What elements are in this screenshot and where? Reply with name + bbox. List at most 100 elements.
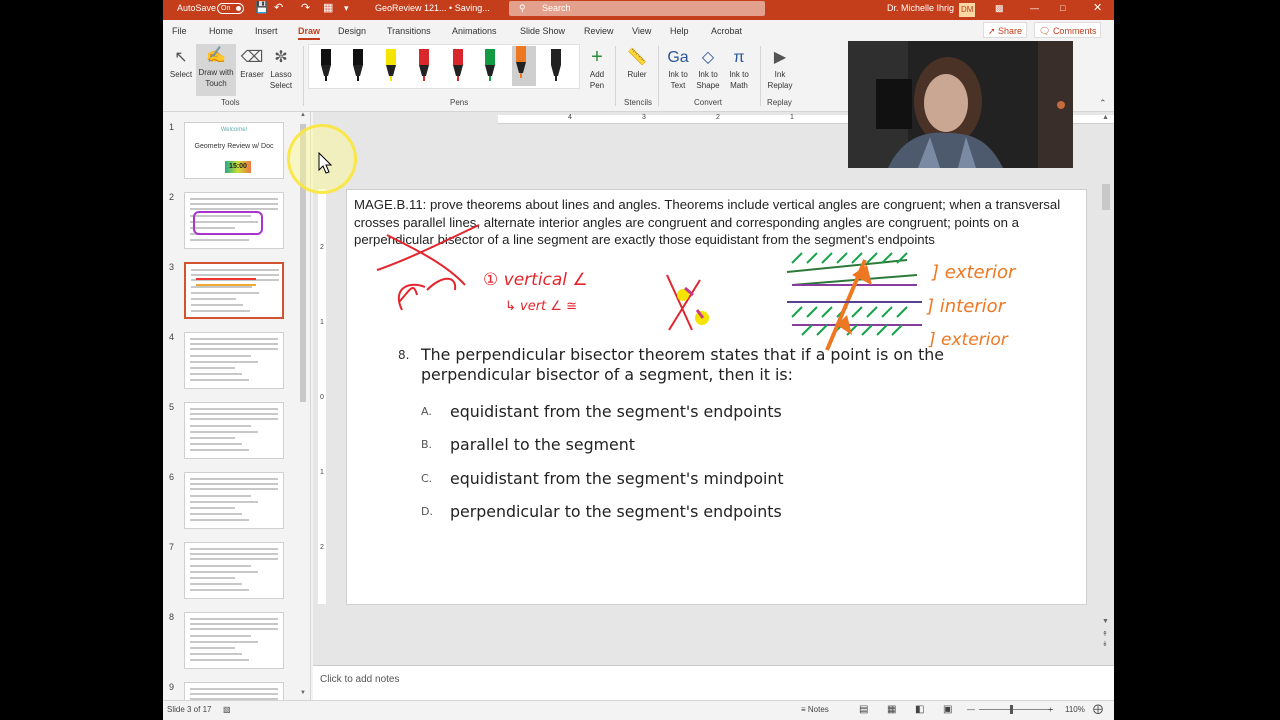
pen-1[interactable] [317, 49, 335, 83]
slide-scrollbar[interactable]: ▲ ▼ ↟ ↡ [1100, 114, 1112, 648]
pen-7[interactable] [512, 46, 536, 86]
share-button[interactable]: ➚ Share [983, 22, 1028, 38]
scroll-up-icon[interactable]: ▲ [300, 112, 306, 118]
slide-thumbnail[interactable] [184, 402, 284, 459]
tab-home[interactable]: Home [209, 20, 233, 42]
slide-number: 3 [169, 262, 175, 272]
slide-sorter-icon[interactable]: ▦ [887, 701, 896, 718]
tab-transitions[interactable]: Transitions [387, 20, 431, 42]
accessibility-icon[interactable]: ▧ [223, 701, 231, 718]
ruler-button[interactable]: 📏 Ruler [622, 46, 652, 80]
thumb-text-line [190, 565, 251, 567]
tab-file[interactable]: File [172, 20, 187, 42]
tab-slide-show[interactable]: Slide Show [520, 20, 565, 42]
pen-2[interactable] [349, 49, 367, 83]
fit-slide-icon[interactable]: ⨁ [1093, 701, 1103, 718]
tab-review[interactable]: Review [584, 20, 614, 42]
slide-thumbnail[interactable] [184, 612, 284, 669]
thumb-text-line [190, 478, 278, 480]
avatar[interactable]: DM [959, 3, 976, 17]
thumb-text-line [190, 659, 249, 661]
slide-thumbnail[interactable] [184, 192, 284, 249]
slide-thumbnail[interactable] [184, 332, 284, 389]
option-letter: C. [421, 472, 433, 485]
ribbon-display-icon[interactable]: ▩ [995, 0, 1004, 20]
reading-view-icon[interactable]: ◧ [915, 701, 924, 718]
customize-qat-icon[interactable]: ▾ [344, 0, 349, 20]
search-box[interactable]: ⚲ Search [509, 1, 765, 16]
tab-acrobat[interactable]: Acrobat [711, 20, 742, 42]
thumb-ink [196, 278, 256, 286]
scroll-down-icon[interactable]: ▼ [1102, 618, 1109, 625]
thumb-text-line [190, 507, 235, 509]
tab-view[interactable]: View [632, 20, 651, 42]
ink-to-text-button[interactable]: Ga Ink to Text [663, 46, 693, 91]
zoom-level[interactable]: 110% [1065, 701, 1085, 718]
slideshow-view-icon[interactable]: ▣ [943, 701, 952, 718]
parallel-lines-transversal-sketch [786, 252, 922, 351]
previous-slide-icon[interactable]: ↟ [1102, 630, 1108, 638]
pen-8[interactable] [547, 49, 565, 83]
thumb-welcome: Welcome! [220, 127, 248, 133]
tab-animations[interactable]: Animations [452, 20, 497, 42]
ink-to-math-button[interactable]: π Ink to Math [723, 46, 755, 91]
thumb-text-line [191, 298, 236, 300]
autosave-toggle[interactable]: On [217, 3, 244, 14]
minimize-icon[interactable]: — [1030, 0, 1039, 20]
slide-thumbnail[interactable] [184, 262, 284, 319]
eraser-label: Eraser [240, 70, 264, 79]
select-button[interactable]: ↖ Select [168, 46, 194, 80]
option-text: equidistant from the segment's endpoints [450, 402, 782, 421]
thumb-text-line [191, 292, 259, 294]
pen-5[interactable] [449, 49, 467, 83]
stencils-group-label: Stencils [624, 98, 653, 107]
draw-with-touch-button[interactable]: ✍ Draw with Touch [196, 44, 236, 96]
webcam-overlay [848, 41, 1073, 168]
undo-icon[interactable]: ↶ [274, 0, 283, 20]
tab-insert[interactable]: Insert [255, 20, 278, 42]
slide-canvas[interactable]: MAGE.B.11: prove theorems about lines an… [346, 189, 1087, 605]
ruler-number: 3 [642, 114, 646, 121]
slide-thumbnail[interactable]: Welcome! Geometry Review w/ Doc 15:00 [184, 122, 284, 179]
scroll-down-icon[interactable]: ▼ [300, 690, 306, 696]
zoom-slider-thumb[interactable] [1010, 705, 1013, 714]
collapse-ribbon-icon[interactable]: ⌃ [1099, 98, 1107, 109]
thumb-text-line [190, 558, 278, 560]
scrollbar-thumb[interactable] [1102, 184, 1110, 210]
tab-help[interactable]: Help [670, 20, 689, 42]
tab-draw[interactable]: Draw [298, 20, 321, 42]
slide-thumbnail[interactable] [184, 542, 284, 599]
pen-4[interactable] [415, 49, 433, 83]
zoom-out-icon[interactable]: — [967, 701, 975, 718]
zoom-in-icon[interactable]: + [1048, 701, 1053, 718]
slide-thumbnail[interactable] [184, 472, 284, 529]
thumbnails-scrollbar[interactable]: ▲ ▼ [299, 112, 307, 696]
present-icon[interactable]: ▦ [323, 0, 333, 20]
ink-exterior-top: ] exterior [931, 262, 1017, 283]
ruler-number: 0 [320, 394, 324, 401]
lasso-select-button[interactable]: ✼ Lasso Select [267, 46, 295, 91]
tab-design[interactable]: Design [338, 20, 366, 42]
close-icon[interactable]: ✕ [1093, 0, 1102, 20]
notes-pane[interactable]: Click to add notes [313, 665, 1114, 700]
comments-button[interactable]: 🗨 Comments [1034, 22, 1102, 38]
redo-icon[interactable]: ↷ [301, 0, 310, 20]
ink-replay-button[interactable]: ▶ Ink Replay [764, 46, 796, 91]
normal-view-icon[interactable]: ▤ [859, 701, 868, 718]
thumb-text-line [190, 343, 278, 345]
save-icon[interactable]: 💾 [255, 0, 269, 20]
thumb-text-line [190, 641, 258, 643]
next-slide-icon[interactable]: ↡ [1102, 640, 1108, 648]
zoom-slider[interactable] [979, 709, 1053, 710]
eraser-button[interactable]: ⌫ Eraser [239, 46, 265, 80]
notes-button[interactable]: ≡ Notes [801, 701, 829, 718]
scroll-up-icon[interactable]: ▲ [1102, 114, 1109, 121]
maximize-icon[interactable]: □ [1060, 0, 1065, 20]
ink-to-shape-button[interactable]: ◇ Ink to Shape [693, 46, 723, 91]
pen-3[interactable] [382, 49, 400, 83]
search-icon: ⚲ [519, 3, 526, 13]
add-pen-button[interactable]: + Add Pen [582, 46, 612, 91]
thumb-text-line [191, 286, 252, 288]
ruler-number: 1 [320, 469, 324, 476]
pen-6[interactable] [481, 49, 499, 83]
